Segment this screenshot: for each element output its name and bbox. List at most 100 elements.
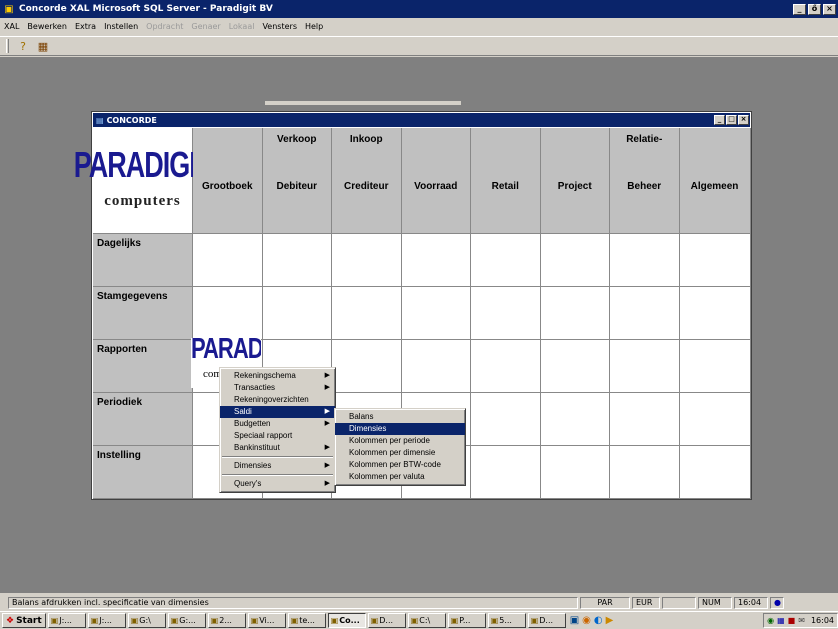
menu-item-balans[interactable]: Balans — [335, 411, 465, 423]
start-button[interactable]: ❖ Start — [2, 613, 46, 628]
menu-item-rekeningschema[interactable]: Rekeningschema ▶ — [220, 370, 335, 382]
column-header-grootboek[interactable]: Grootboek — [193, 128, 263, 234]
menu-item-dimensies[interactable]: Dimensies — [335, 423, 465, 435]
grid-cell[interactable] — [471, 446, 541, 499]
menu-vensters[interactable]: Vensters — [262, 22, 297, 31]
taskbar-button[interactable]: ▣ te... — [287, 613, 326, 628]
help-icon[interactable]: ? — [15, 38, 31, 54]
row-header-instelling[interactable]: Instelling — [93, 446, 193, 499]
menu-instellen[interactable]: Instellen — [104, 22, 138, 31]
outlook-icon[interactable]: ◉ — [582, 615, 591, 626]
menu-item-query-s[interactable]: Query's ▶ — [220, 478, 335, 490]
menu-item-kolommen-per-valuta[interactable]: Kolommen per valuta — [335, 471, 465, 483]
grid-cell[interactable] — [540, 340, 610, 393]
grid-cell[interactable] — [262, 287, 332, 340]
menu-item-kolommen-per-dimensie[interactable]: Kolommen per dimensie — [335, 447, 465, 459]
menu-lokaal[interactable]: Lokaal — [229, 22, 255, 31]
grid-cell[interactable] — [540, 287, 610, 340]
grid-cell[interactable] — [471, 287, 541, 340]
grid-cell[interactable] — [471, 393, 541, 446]
tray-clock[interactable]: 16:04 — [811, 616, 834, 625]
grid-cell[interactable] — [332, 234, 402, 287]
taskbar-button[interactable]: ▣ J:... — [47, 613, 86, 628]
grid-cell[interactable] — [262, 234, 332, 287]
grid-cell[interactable] — [540, 393, 610, 446]
taskbar-button[interactable]: ▣ G:\ — [127, 613, 166, 628]
desktop-icon[interactable]: ▣ — [570, 615, 579, 626]
grid-cell[interactable] — [193, 234, 263, 287]
grid-cell[interactable] — [471, 234, 541, 287]
tray-mail-icon[interactable]: ✉ — [798, 616, 805, 625]
ie-icon[interactable]: ◐ — [594, 615, 603, 626]
menu-item-budgetten[interactable]: Budgetten ▶ — [220, 418, 335, 430]
column-header-debiteur[interactable]: Verkoop Debiteur — [262, 128, 332, 234]
column-header-retail[interactable]: Retail — [471, 128, 541, 234]
grid-cell[interactable] — [679, 446, 751, 499]
taskbar-button[interactable]: ▣ D... — [527, 613, 566, 628]
tray-antivirus-icon[interactable]: ■ — [788, 616, 796, 625]
menu-item-rekeningoverzichten[interactable]: Rekeningoverzichten — [220, 394, 335, 406]
close-button[interactable]: × — [823, 3, 836, 15]
grid-cell[interactable] — [471, 340, 541, 393]
menu-item-transacties[interactable]: Transacties ▶ — [220, 382, 335, 394]
menu-item-kolommen-per-btw-code[interactable]: Kolommen per BTW-code — [335, 459, 465, 471]
grid-cell[interactable] — [610, 234, 680, 287]
taskbar-button[interactable]: ▣ D... — [367, 613, 406, 628]
grid-cell[interactable] — [610, 393, 680, 446]
row-header-rapporten[interactable]: Rapporten — [93, 340, 193, 393]
menu-item-speciaal-rapport[interactable]: Speciaal rapport — [220, 430, 335, 442]
child-close-button[interactable]: × — [738, 115, 749, 125]
app-title-bar[interactable]: ▣ Concorde XAL Microsoft SQL Server - Pa… — [0, 0, 838, 18]
column-header-voorraad[interactable]: Voorraad — [401, 128, 471, 234]
grid-cell[interactable] — [679, 234, 751, 287]
grid-cell[interactable] — [540, 446, 610, 499]
column-header-crediteur[interactable]: Inkoop Crediteur — [332, 128, 402, 234]
menu-item-bankinstituut[interactable]: Bankinstituut ▶ — [220, 442, 335, 454]
taskbar-button[interactable]: ▣ G:... — [167, 613, 206, 628]
row-header-periodiek[interactable]: Periodiek — [93, 393, 193, 446]
grid-cell[interactable] — [679, 393, 751, 446]
child-minimize-button[interactable]: _ — [714, 115, 725, 125]
menu-item-dimensies[interactable]: Dimensies ▶ — [220, 460, 335, 472]
child-maximize-button[interactable]: □ — [726, 115, 737, 125]
grid-cell[interactable] — [193, 287, 263, 340]
menu-opdracht[interactable]: Opdracht — [146, 22, 183, 31]
media-icon[interactable]: ▶ — [606, 615, 614, 626]
grid-cell[interactable] — [610, 446, 680, 499]
taskbar-button[interactable]: ▣ 2... — [207, 613, 246, 628]
grid-icon[interactable]: ▦ — [35, 38, 51, 54]
grid-cell[interactable] — [610, 287, 680, 340]
menu-xal[interactable]: XAL — [4, 22, 19, 31]
grid-cell[interactable] — [401, 287, 471, 340]
taskbar-button[interactable]: ▣ Vi... — [247, 613, 286, 628]
grid-cell[interactable] — [401, 340, 471, 393]
tray-network-icon[interactable]: ▦ — [777, 616, 785, 625]
menu-item-saldi[interactable]: Saldi ▶ — [220, 406, 335, 418]
grid-cell[interactable] — [610, 340, 680, 393]
row-header-stamgegevens[interactable]: Stamgegevens — [93, 287, 193, 340]
menu-extra[interactable]: Extra — [75, 22, 96, 31]
grid-cell[interactable] — [332, 340, 402, 393]
column-header-algemeen[interactable]: Algemeen — [679, 128, 751, 234]
taskbar-button[interactable]: ▣ 5... — [487, 613, 526, 628]
column-header-beheer[interactable]: Relatie- Beheer — [610, 128, 680, 234]
taskbar-button[interactable]: ▣ Co... — [327, 613, 366, 628]
menu-item-kolommen-per-periode[interactable]: Kolommen per periode — [335, 435, 465, 447]
grid-cell[interactable] — [679, 287, 751, 340]
menu-genaer[interactable]: Genaer — [191, 22, 220, 31]
row-header-dagelijks[interactable]: Dagelijks — [93, 234, 193, 287]
grid-cell[interactable] — [401, 234, 471, 287]
taskbar-button[interactable]: ▣ J:... — [87, 613, 126, 628]
minimize-button[interactable]: _ — [793, 3, 806, 15]
taskbar-button[interactable]: ▣ C:\ — [407, 613, 446, 628]
grid-cell[interactable] — [679, 340, 751, 393]
grid-cell[interactable] — [332, 287, 402, 340]
column-header-project[interactable]: Project — [540, 128, 610, 234]
grid-cell[interactable] — [540, 234, 610, 287]
concorde-title-bar[interactable]: ▤ CONCORDE _ □ × — [93, 113, 750, 127]
menu-help[interactable]: Help — [305, 22, 323, 31]
menu-bewerken[interactable]: Bewerken — [27, 22, 67, 31]
tray-icon[interactable]: ◉ — [767, 616, 774, 625]
toolbar-grip[interactable] — [6, 39, 9, 53]
taskbar-button[interactable]: ▣ P... — [447, 613, 486, 628]
